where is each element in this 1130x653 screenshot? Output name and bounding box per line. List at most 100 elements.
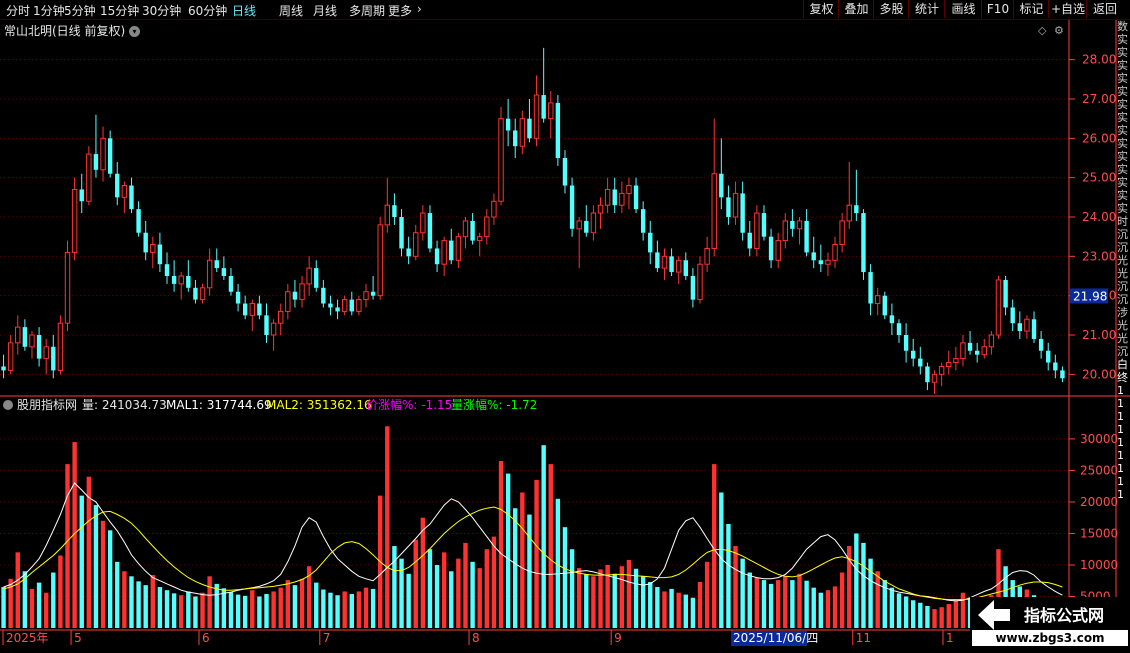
volume-bar-up <box>576 568 582 628</box>
candle-body-down <box>193 287 198 300</box>
indicator-vol-chg: 量涨幅%: -1.72 <box>451 397 537 412</box>
candle-body-up <box>548 102 554 120</box>
candle-body-down <box>555 102 561 158</box>
diamond-icon[interactable]: ◇ <box>1038 24 1047 37</box>
candle-body-down <box>804 220 809 253</box>
candle-body-down <box>811 252 816 261</box>
volume-bar-down <box>854 533 859 628</box>
volume-bar-up <box>839 572 845 628</box>
ma-lines-layer <box>3 482 1063 602</box>
cursor-date-label: 2025/11/06/四 <box>733 631 818 645</box>
volume-bar-up <box>662 591 667 628</box>
volume-bar-up <box>591 576 596 628</box>
volume-bar-down <box>164 590 170 628</box>
candle-body-down <box>911 350 916 359</box>
candle-body-down <box>612 189 617 206</box>
price-tick-label: 25.00 <box>1082 171 1116 185</box>
volume-bar-down <box>541 445 546 628</box>
volume-bar-up <box>783 576 788 628</box>
volume-bar-up <box>441 552 447 628</box>
strip-char: 1 <box>1117 475 1124 488</box>
volume-bar-down <box>392 546 397 628</box>
candle-body-up <box>29 334 35 348</box>
candle-body-up <box>825 259 831 265</box>
candle-body-up <box>476 236 483 242</box>
indicator-dropdown-icon[interactable] <box>3 400 13 410</box>
volume-bar-down <box>584 574 589 628</box>
volume-bar-down <box>328 592 333 628</box>
date-label: 5 <box>74 631 82 645</box>
volume-bar-up <box>697 581 703 628</box>
volume-bar-up <box>626 559 632 628</box>
candle-body-down <box>513 130 518 147</box>
price-tick-label: 20.00 <box>1082 367 1116 381</box>
volume-bar-up <box>939 607 944 628</box>
volume-bar-up <box>775 580 781 628</box>
volume-bar-down <box>918 602 923 628</box>
candle-body-down <box>164 264 170 276</box>
volume-bar-down <box>768 583 774 628</box>
candle-body-up <box>832 244 838 261</box>
candle-body-up <box>796 220 803 230</box>
candle-body-down <box>562 158 568 186</box>
volume-bar-up <box>100 520 106 628</box>
kline-chart[interactable]: 28.0027.0026.0025.0024.0023.0022.0021.00… <box>0 0 1130 650</box>
candle-body-up <box>121 185 128 198</box>
volume-bar-down <box>157 587 163 628</box>
candle-body-up <box>1024 318 1030 332</box>
strip-char: 数 <box>1117 20 1128 33</box>
candle-body-down <box>349 299 354 312</box>
strip-char: 1 <box>1117 423 1124 436</box>
volume-bar-down <box>51 572 56 628</box>
right-info-strip: 数实实实实实实实实实实实实实实时沉沉光光沉沉涉光光沉白终111111111 <box>1117 20 1130 630</box>
volume-bar-down <box>925 605 930 628</box>
volume-bar-up <box>797 573 802 628</box>
volume-bar-up <box>484 549 490 628</box>
strip-char: 实 <box>1117 124 1128 137</box>
candle-body-up <box>626 185 632 194</box>
candle-body-down <box>107 138 113 174</box>
strip-char: 实 <box>1117 163 1128 176</box>
candle-body-up <box>960 342 966 360</box>
volume-bar-up <box>58 555 63 628</box>
volume-bar-down <box>193 596 198 628</box>
watermark-arrow-icon <box>978 600 1010 630</box>
candles-layer <box>1 47 1065 394</box>
candle-body-down <box>136 209 141 233</box>
volume-bar-down <box>911 600 916 628</box>
candle-body-up <box>71 188 78 253</box>
candle-body-up <box>150 244 156 253</box>
volume-bar-down <box>257 596 262 628</box>
candle-body-down <box>690 276 696 300</box>
volume-bar-up <box>65 464 70 628</box>
volume-bar-up <box>463 542 468 628</box>
volume-bar-up <box>200 592 205 628</box>
volume-tick-label: 10000 <box>1080 558 1118 572</box>
candle-body-up <box>874 295 881 305</box>
volume-bar-up <box>363 587 369 628</box>
candle-body-up <box>988 334 995 348</box>
candle-body-down <box>51 346 56 371</box>
volume-bar-down <box>811 587 816 628</box>
candle-body-down <box>569 185 575 229</box>
candle-body-down <box>264 315 269 335</box>
volume-bar-up <box>875 571 880 628</box>
volume-bar-down <box>818 592 824 628</box>
candle-body-down <box>918 358 923 367</box>
date-label: 1 <box>946 631 954 645</box>
volume-bar-up <box>754 577 760 628</box>
strip-char: 光 <box>1117 267 1128 280</box>
candle-body-down <box>541 95 546 119</box>
strip-char: 实 <box>1117 111 1128 124</box>
settings-icon[interactable]: ⚙ <box>1054 24 1064 37</box>
candle-body-down <box>854 205 859 214</box>
price-tick-label: 23.00 <box>1082 249 1116 263</box>
candle-body-down <box>93 154 99 170</box>
volume-bar-down <box>292 585 298 628</box>
volume-bar-down <box>235 594 241 628</box>
price-tick-label: 28.00 <box>1082 53 1116 67</box>
candle-body-down <box>22 327 28 347</box>
volume-bar-up <box>271 591 276 628</box>
volume-tick-label: 20000 <box>1080 495 1118 509</box>
date-label: 9 <box>614 631 622 645</box>
